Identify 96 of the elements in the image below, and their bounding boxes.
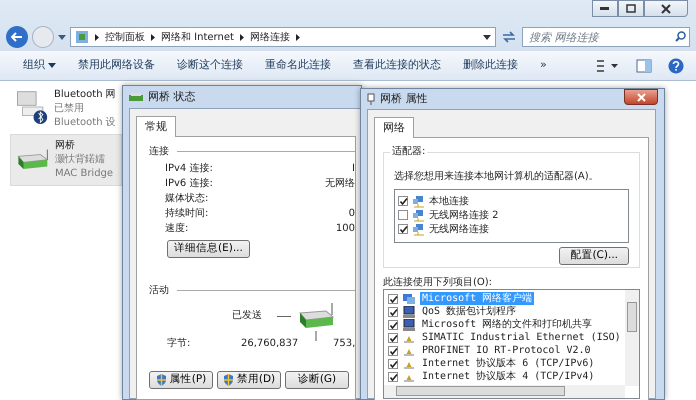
toolbar-button[interactable]: 删除此连接 [452,56,529,75]
network-client-icon [402,292,416,305]
details-button[interactable]: 详细信息(E)... [167,240,250,258]
field-value: 100 [336,222,355,236]
field-value: I [352,162,355,176]
device-name: Bluetooth 设 [54,116,116,130]
device-name: MAC Bridge [55,167,114,181]
dialog-button[interactable]: 属性(P) [149,370,213,389]
field-label: 媒体状态: [165,192,208,206]
network-item[interactable]: QoS 数据包计划程序 [420,305,518,318]
toolbar-button[interactable]: 诊断这个连接 [166,56,254,75]
check-icon [398,225,408,234]
checkbox[interactable] [388,346,398,356]
checkbox[interactable] [388,372,398,382]
address-bar[interactable]: 控制面板 网络和 Internet 网络连接 [70,27,496,47]
horizontal-scrollbar[interactable] [384,385,625,398]
checkbox[interactable] [388,320,398,330]
connection-item[interactable]: Bluetooth 网 已禁用 Bluetooth 设 [10,84,122,134]
field-label: IPv4 连接: [165,162,213,176]
field-label: IPv6 连接: [165,177,213,190]
chevron-icon[interactable] [296,34,300,40]
checkbox[interactable] [388,294,398,304]
back-icon[interactable] [6,26,28,48]
checkbox[interactable] [388,306,398,317]
vertical-scrollbar[interactable] [625,290,639,386]
section-heading: 活动 [149,284,169,297]
connection-status: 已禁用 [54,102,85,116]
chevron-icon[interactable] [240,34,244,40]
checkbox[interactable] [398,224,408,234]
network-item[interactable]: PROFINET IO RT-Protocol V2.0 [420,344,593,358]
connection-status: 灏忕背鍩嬬 [55,153,106,167]
breadcrumb-item[interactable]: 网络和 Internet [161,30,234,44]
computer-icon [402,306,416,318]
divider-line [277,316,291,318]
checkbox[interactable] [388,358,398,369]
bytes-label: 字节: [167,336,190,350]
received-bytes: 753, [333,336,356,350]
adapter-name: 本地连接 [429,194,469,208]
close-icon[interactable] [644,0,688,17]
tab[interactable]: 常规 [136,116,176,138]
search-icon [675,31,686,42]
toolbar-button[interactable]: » [529,56,558,75]
dialog-title: 网桥 状态 [148,90,196,104]
connection-name: Bluetooth 网 [54,88,116,102]
connection-name: 网桥 [55,139,76,153]
configure-button[interactable]: 配置(C)... [559,247,629,265]
toolbar-button[interactable]: 查看此连接的状态 [342,56,452,75]
view-options-icon[interactable] [596,58,620,72]
bridge-icon [129,92,143,102]
preview-pane-icon[interactable] [636,58,652,72]
breadcrumb-item[interactable]: 网络连接 [250,30,290,44]
tab[interactable]: 网络 [374,117,414,138]
network-adapter-icon [412,194,425,208]
refresh-icon[interactable] [500,30,518,44]
chevron-icon[interactable] [95,34,99,40]
breadcrumb-item[interactable]: 控制面板 [105,30,145,44]
field-label: 持续时间: [165,207,208,220]
checkbox[interactable] [398,210,408,220]
dialog-button[interactable]: 禁用(D) [217,370,281,389]
close-button[interactable] [624,89,658,105]
network-item[interactable]: SIMATIC Industrial Ethernet (ISO) [420,331,623,344]
section-heading: 连接 [149,145,169,158]
chevron-icon[interactable] [151,34,155,40]
search-field[interactable]: 搜索 网络连接 [522,27,690,47]
toolbar-button[interactable]: 禁用此网络设备 [67,56,166,75]
dialog-button[interactable]: 诊断(G) [285,370,349,389]
sent-bytes: 26,760,837 [241,336,298,350]
network-adapter-icon [412,222,425,236]
check-icon [398,197,408,206]
field-value: 0 [348,207,355,220]
toolbar-button[interactable]: 重命名此连接 [254,56,342,75]
group-heading: 适配器: [390,145,428,158]
dropdown-icon[interactable] [483,34,491,40]
adapter-name: 无线网络连接 2 [429,208,499,222]
connection-icon [367,93,375,105]
field-label: 速度: [165,222,188,236]
toolbar-button[interactable]: 组织 [12,56,67,75]
help-icon[interactable] [668,58,684,74]
dialog-title: 网桥 属性 [380,92,428,106]
network-item[interactable]: Microsoft 网络的文件和打印机共享 [420,318,594,332]
checkbox[interactable] [388,332,398,343]
adapter-name: 无线网络连接 [429,222,489,236]
sent-label: 已发送 [232,308,262,322]
computer-icon [402,318,416,331]
items-heading: 此连接使用下列项目(O): [383,276,494,290]
maximize-icon[interactable] [618,0,644,17]
network-item[interactable]: Internet 协议版本 6 (TCP/IPv6) [420,357,596,370]
minimize-icon[interactable] [592,0,618,17]
field-value: 无网络 [325,177,355,190]
caret-icon[interactable] [58,34,66,40]
adapters-prompt: 选择您想用来连接本地网计算机的适配器(A)。 [394,170,600,184]
network-adapter-icon [412,208,425,222]
connection-item[interactable]: 网桥 灏忕背鍩嬬 MAC Bridge [10,134,122,186]
network-item[interactable]: Internet 协议版本 4 (TCP/IPv4) [420,370,596,384]
network-folder-icon [75,30,89,44]
checkbox[interactable] [398,196,408,206]
